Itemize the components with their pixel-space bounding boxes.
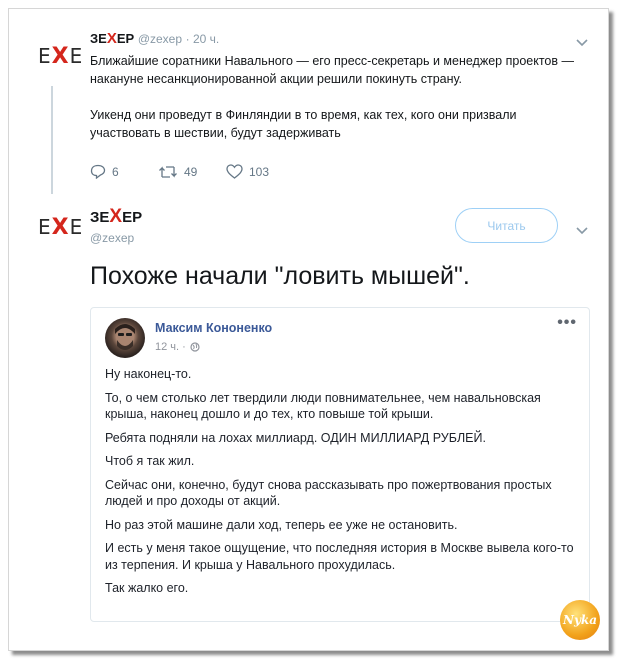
heart-icon bbox=[226, 164, 243, 179]
reply-icon bbox=[90, 164, 106, 179]
reply-count: 6 bbox=[112, 164, 119, 179]
author-handle[interactable]: @zexep bbox=[138, 32, 182, 46]
logo-letter: E bbox=[38, 44, 52, 68]
post-paragraph: То, о чем столько лет твердили люди повн… bbox=[105, 390, 541, 422]
chevron-down-icon[interactable] bbox=[576, 34, 588, 50]
chevron-down-icon[interactable] bbox=[576, 222, 588, 238]
retweet-icon bbox=[159, 165, 177, 178]
avatar[interactable]: EXE bbox=[38, 215, 83, 240]
post-paragraph: Ну наконец-то. bbox=[105, 367, 192, 381]
logo-x: X bbox=[51, 44, 70, 69]
tweet-text: Ближайшие соратники Навального — его пре… bbox=[90, 54, 574, 140]
author-name[interactable]: ЗЕХЕР @zexep · 20 ч. bbox=[90, 30, 219, 47]
thread-line bbox=[51, 86, 53, 194]
author-name[interactable]: ЗЕХЕР bbox=[90, 206, 142, 228]
reply-button[interactable]: 6 bbox=[90, 164, 158, 179]
post-paragraph: Чтоб я так жил. bbox=[105, 454, 195, 468]
tweet-text: Похоже начали "ловить мышей". bbox=[90, 262, 470, 290]
post-paragraph: Ребята подняли на лохах миллиард. ОДИН М… bbox=[105, 430, 486, 445]
like-button[interactable]: 103 bbox=[226, 164, 294, 179]
post-author[interactable]: Максим Кононенко bbox=[155, 321, 272, 335]
watermark-logo: Nyka bbox=[560, 600, 600, 640]
embedded-post[interactable]: Максим Кононенко 12 ч. · ••• Ну наконец-… bbox=[90, 307, 590, 622]
author-avatar[interactable] bbox=[105, 318, 145, 358]
retweet-count: 49 bbox=[184, 164, 198, 179]
post-paragraph: И есть у меня такое ощущение, что послед… bbox=[105, 541, 574, 572]
like-count: 103 bbox=[249, 164, 270, 179]
globe-icon bbox=[190, 342, 200, 352]
retweet-button[interactable]: 49 bbox=[158, 164, 226, 179]
avatar[interactable]: EXE bbox=[38, 44, 83, 69]
post-time: 12 ч. · bbox=[155, 341, 200, 353]
post-paragraph: Сейчас они, конечно, будут снова рассказ… bbox=[105, 477, 552, 509]
more-icon[interactable]: ••• bbox=[557, 314, 577, 332]
logo-letter: E bbox=[69, 44, 84, 68]
author-handle[interactable]: @zexep bbox=[90, 231, 134, 245]
follow-button[interactable]: Читать bbox=[455, 208, 558, 243]
post-paragraph: Так жалко его. bbox=[105, 581, 189, 595]
post-paragraph: Но раз этой машине дали ход, теперь ее у… bbox=[105, 517, 458, 532]
tweet-actions: 6 49 103 bbox=[90, 164, 294, 179]
post-body: Ну наконец-то. То, о чем столько лет тве… bbox=[105, 366, 580, 604]
tweet-time[interactable]: · 20 ч. bbox=[186, 32, 220, 46]
